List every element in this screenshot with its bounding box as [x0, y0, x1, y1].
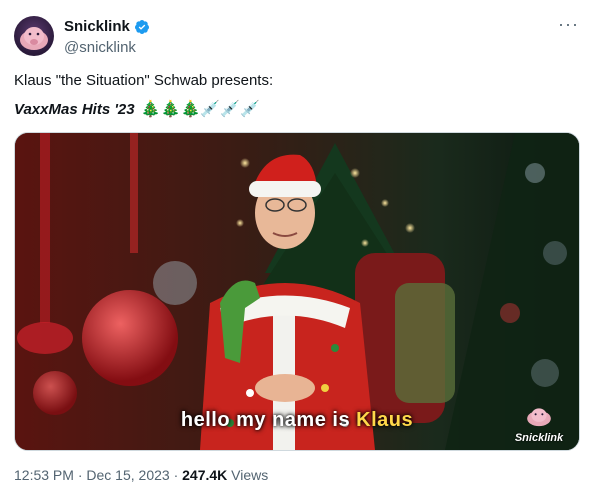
views-count[interactable]: 247.4K	[182, 467, 227, 483]
watermark-blob-icon	[527, 408, 551, 427]
tweet-title: VaxxMas Hits '23	[14, 100, 135, 118]
author-display-name[interactable]: Snicklink	[64, 18, 130, 35]
watermark-text: Snicklink	[514, 432, 564, 444]
avatar[interactable]	[14, 16, 54, 56]
watermark: Snicklink	[507, 405, 571, 444]
views-label: Views	[227, 467, 269, 483]
meta-separator: ·	[169, 467, 183, 483]
more-options-icon[interactable]: ···	[558, 14, 579, 35]
avatar-blob-icon	[20, 27, 48, 50]
caption-prefix: hello my name is	[180, 409, 357, 431]
tweet-text-line1: Klaus "the Situation" Schwab presents:	[14, 72, 274, 89]
tweet-meta: 12:53 PM · Dec 15, 2023 · 247.4K Views	[14, 467, 268, 483]
video-caption: hello my name is Klaus	[15, 409, 579, 432]
video-frame-image	[15, 133, 579, 450]
meta-separator: ·	[73, 467, 87, 483]
tweet-emojis: 🎄🎄🎄💉💉💉	[140, 101, 261, 118]
author-handle[interactable]: @snicklink	[64, 39, 136, 56]
tweet-date[interactable]: Dec 15, 2023	[86, 467, 169, 483]
author-name-row: Snicklink	[64, 18, 150, 35]
verified-badge-icon	[134, 19, 149, 34]
video-media[interactable]: hello my name is Klaus Snicklink	[14, 132, 580, 451]
caption-highlight: Klaus	[356, 409, 414, 431]
tweet-text-line2: VaxxMas Hits '23 🎄🎄🎄💉💉💉	[14, 99, 260, 119]
tweet-time[interactable]: 12:53 PM	[14, 467, 74, 483]
